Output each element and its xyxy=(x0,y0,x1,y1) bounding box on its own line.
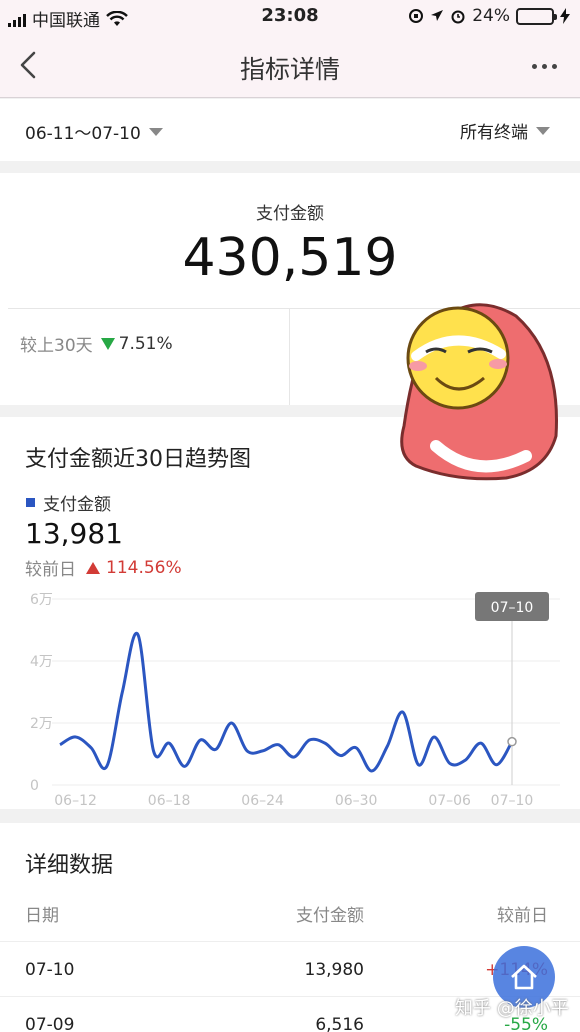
battery-icon xyxy=(516,7,557,25)
x-tick-label: 06–18 xyxy=(148,793,191,809)
row-date: 07-10 xyxy=(25,960,75,980)
x-tick-label: 06–12 xyxy=(54,793,97,809)
row-amount: 6,516 xyxy=(315,1015,364,1032)
page-title: 指标详情 xyxy=(239,55,340,84)
nav-bar: 指标详情 xyxy=(0,34,580,98)
location-icon xyxy=(431,10,444,21)
filter-bar: 06-11～07-10 所有终端 xyxy=(0,99,580,161)
x-tick-label: 07–10 xyxy=(491,793,534,809)
date-range-selector[interactable]: 06-11～07-10 xyxy=(25,119,163,144)
column-header-date: 日期 xyxy=(25,906,59,926)
compare-30-days: 较上30天 7.51% xyxy=(20,331,173,357)
alarm-icon xyxy=(451,10,465,24)
column-header-change: 较前日 xyxy=(497,906,548,926)
status-bar: 中国联通 23:08 24% xyxy=(0,0,580,34)
charging-icon xyxy=(560,8,570,24)
down-arrow-icon xyxy=(100,337,115,350)
more-options-icon[interactable] xyxy=(532,56,562,76)
tooltip-label: 07–10 xyxy=(491,600,534,616)
watermark: 知乎 @徐小平 xyxy=(455,998,569,1019)
metric-value: 430,519 xyxy=(182,228,398,288)
x-tick-label: 06–24 xyxy=(241,793,284,809)
caret-down-icon xyxy=(536,126,550,135)
y-tick-label: 6万 xyxy=(30,592,53,608)
y-tick-label: 4万 xyxy=(30,654,53,670)
y-tick-label: 0 xyxy=(30,778,39,794)
compare-value: 7.51% xyxy=(100,333,173,354)
y-tick-label: 2万 xyxy=(30,716,53,732)
caret-down-icon xyxy=(148,127,163,136)
details-title: 详细数据 xyxy=(25,853,114,878)
row-amount: 13,980 xyxy=(304,960,364,980)
status-right: 24% xyxy=(408,6,570,26)
terminal-selector[interactable]: 所有终端 xyxy=(460,118,550,143)
divider xyxy=(289,309,290,405)
row-date: 07-09 xyxy=(25,1015,75,1032)
series-line xyxy=(59,631,514,773)
table-header: 日期 支付金额 较前日 xyxy=(0,901,580,941)
metric-label: 支付金额 xyxy=(256,204,324,224)
rotation-lock-icon xyxy=(409,9,424,23)
terminal-label: 所有终端 xyxy=(460,123,528,143)
highlight-point xyxy=(507,736,517,747)
date-range-label: 06-11～07-10 xyxy=(25,124,141,144)
compare-percent: 7.51% xyxy=(118,333,173,354)
battery-percent: 24% xyxy=(472,6,510,26)
x-tick-label: 06–30 xyxy=(335,793,378,809)
column-header-amount: 支付金额 xyxy=(296,906,364,926)
compare-label: 较上30天 xyxy=(20,336,93,356)
emoji-sticker xyxy=(400,303,558,481)
x-tick-label: 07–06 xyxy=(428,793,471,809)
